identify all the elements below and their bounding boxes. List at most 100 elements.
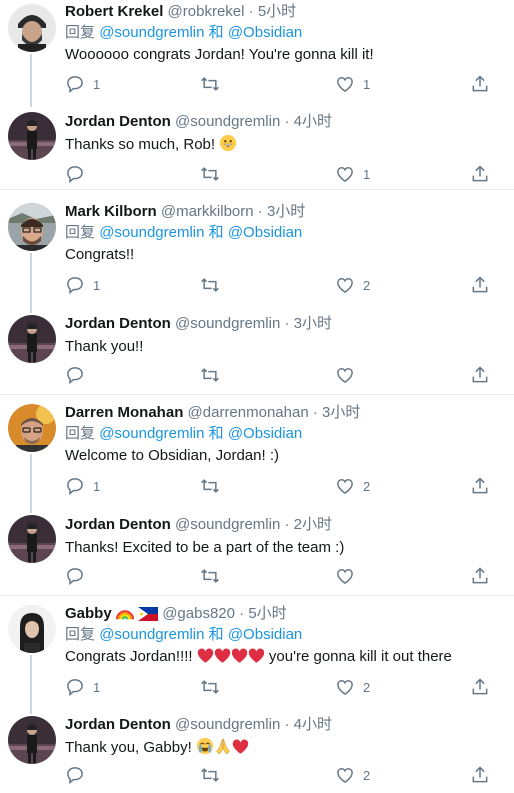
like-button[interactable] xyxy=(335,363,363,387)
avatar[interactable] xyxy=(8,515,56,563)
separator-dot: · xyxy=(239,605,245,622)
retweet-button[interactable] xyxy=(200,363,228,387)
like-button[interactable]: 2 xyxy=(335,474,370,498)
timestamp[interactable]: 3小时 xyxy=(294,315,332,332)
author-name[interactable]: Jordan Denton xyxy=(65,516,171,533)
timestamp[interactable]: 5小时 xyxy=(258,3,296,20)
author-handle[interactable]: @soundgremlin xyxy=(175,113,280,130)
tweet[interactable]: Jordan Denton @soundgremlin · 4小时 Thank … xyxy=(0,704,514,793)
retweet-button[interactable] xyxy=(200,162,228,186)
tweet[interactable]: Darren Monahan @darrenmonahan · 3小时 回复 @… xyxy=(0,396,514,503)
mention-link[interactable]: @soundgremlin xyxy=(99,425,204,442)
reply-count: 1 xyxy=(93,76,101,92)
share-button[interactable] xyxy=(470,363,490,387)
author-name[interactable]: Mark Kilborn xyxy=(65,203,157,220)
avatar[interactable] xyxy=(8,315,56,363)
like-button[interactable]: 1 xyxy=(335,162,370,186)
reply-button[interactable]: 1 xyxy=(65,72,100,96)
reply-button[interactable] xyxy=(65,564,93,588)
tweet[interactable]: Jordan Denton @soundgremlin · 3小时 Thank … xyxy=(0,301,514,396)
share-button[interactable] xyxy=(470,273,490,297)
retweet-button[interactable] xyxy=(200,763,228,787)
like-button[interactable]: 2 xyxy=(335,763,370,787)
author-handle[interactable]: @robkrekel xyxy=(168,3,245,20)
tweet-actions xyxy=(65,363,495,387)
like-button[interactable]: 2 xyxy=(335,675,370,699)
tweet-text: Welcome to Obsidian, Jordan! :) xyxy=(65,447,279,464)
retweet-button[interactable] xyxy=(200,273,228,297)
reply-button[interactable] xyxy=(65,363,93,387)
heart-icon xyxy=(337,680,353,695)
retweet-button[interactable] xyxy=(200,564,228,588)
mention-link[interactable]: @soundgremlin xyxy=(99,224,204,241)
like-button[interactable]: 1 xyxy=(335,72,370,96)
mention-link[interactable]: @Obsidian xyxy=(228,224,302,241)
share-icon xyxy=(472,567,488,584)
timestamp[interactable]: 2小时 xyxy=(294,516,332,533)
mention-link[interactable]: @Obsidian xyxy=(228,24,302,41)
share-button[interactable] xyxy=(470,675,490,699)
author-name[interactable]: Darren Monahan xyxy=(65,404,183,421)
tweet-text-content: Thanks so much, Rob! xyxy=(65,136,216,153)
like-button[interactable] xyxy=(335,564,363,588)
reply-and: 和 xyxy=(208,425,224,442)
timestamp[interactable]: 4小时 xyxy=(294,716,332,733)
author-handle[interactable]: @soundgremlin xyxy=(175,516,280,533)
avatar[interactable] xyxy=(8,716,56,764)
tweet-header: Mark Kilborn @markkilborn · 3小时 xyxy=(65,202,506,222)
author-handle[interactable]: @soundgremlin xyxy=(175,716,280,733)
reply-icon xyxy=(67,76,83,94)
retweet-button[interactable] xyxy=(200,72,228,96)
share-button[interactable] xyxy=(470,763,490,787)
tweet[interactable]: Robert Krekel @robkrekel · 5小时 回复 @sound… xyxy=(0,0,514,95)
mention-link[interactable]: @soundgremlin xyxy=(99,626,204,643)
reply-button[interactable] xyxy=(65,763,93,787)
timestamp[interactable]: 3小时 xyxy=(322,404,360,421)
reply-icon xyxy=(67,568,83,586)
reply-button[interactable] xyxy=(65,162,93,186)
replying-to: 回复 @soundgremlin 和 @Obsidian xyxy=(65,22,506,44)
author-handle[interactable]: @markkilborn xyxy=(161,203,254,220)
avatar[interactable] xyxy=(8,605,56,653)
avatar[interactable] xyxy=(8,203,56,251)
retweet-icon xyxy=(201,768,219,782)
tweet-actions: 1 1 xyxy=(65,72,495,96)
tweet[interactable]: Mark Kilborn @markkilborn · 3小时 回复 @soun… xyxy=(0,195,514,301)
author-name[interactable]: Robert Krekel xyxy=(65,3,163,20)
author-name[interactable]: Jordan Denton xyxy=(65,315,171,332)
share-button[interactable] xyxy=(470,162,490,186)
author-handle[interactable]: @gabs820 xyxy=(162,605,235,622)
author-name[interactable]: Jordan Denton xyxy=(65,716,171,733)
share-button[interactable] xyxy=(470,564,490,588)
tweet[interactable]: Gabby @gabs820 · 5小时 回复 @soundgremlin 和 … xyxy=(0,597,514,704)
timestamp[interactable]: 5小时 xyxy=(248,605,286,622)
reply-button[interactable]: 1 xyxy=(65,675,100,699)
tweet-text-end: you're gonna kill it out there xyxy=(268,648,452,665)
divider xyxy=(0,189,514,190)
avatar[interactable] xyxy=(8,404,56,452)
avatar[interactable] xyxy=(8,112,56,160)
retweet-button[interactable] xyxy=(200,675,228,699)
tweet[interactable]: Jordan Denton @soundgremlin · 4小时 Thanks… xyxy=(0,95,514,190)
reply-button[interactable]: 1 xyxy=(65,474,100,498)
tweet-text: Congrats!! xyxy=(65,246,135,263)
mention-link[interactable]: @Obsidian xyxy=(228,626,302,643)
timestamp[interactable]: 3小时 xyxy=(267,203,305,220)
reply-button[interactable]: 1 xyxy=(65,273,100,297)
mention-link[interactable]: @Obsidian xyxy=(228,425,302,442)
retweet-button[interactable] xyxy=(200,474,228,498)
tweet[interactable]: Jordan Denton @soundgremlin · 2小时 Thanks… xyxy=(0,503,514,597)
share-button[interactable] xyxy=(470,474,490,498)
retweet-icon xyxy=(201,569,219,583)
author-name[interactable]: Gabby xyxy=(65,605,112,622)
timestamp[interactable]: 4小时 xyxy=(294,113,332,130)
avatar[interactable] xyxy=(8,4,56,52)
author-handle[interactable]: @soundgremlin xyxy=(175,315,280,332)
share-button[interactable] xyxy=(470,72,490,96)
mention-link[interactable]: @soundgremlin xyxy=(99,24,204,41)
author-handle[interactable]: @darrenmonahan xyxy=(188,404,309,421)
like-button[interactable]: 2 xyxy=(335,273,370,297)
heart-icon xyxy=(337,479,353,494)
reply-count: 1 xyxy=(93,478,101,494)
author-name[interactable]: Jordan Denton xyxy=(65,113,171,130)
